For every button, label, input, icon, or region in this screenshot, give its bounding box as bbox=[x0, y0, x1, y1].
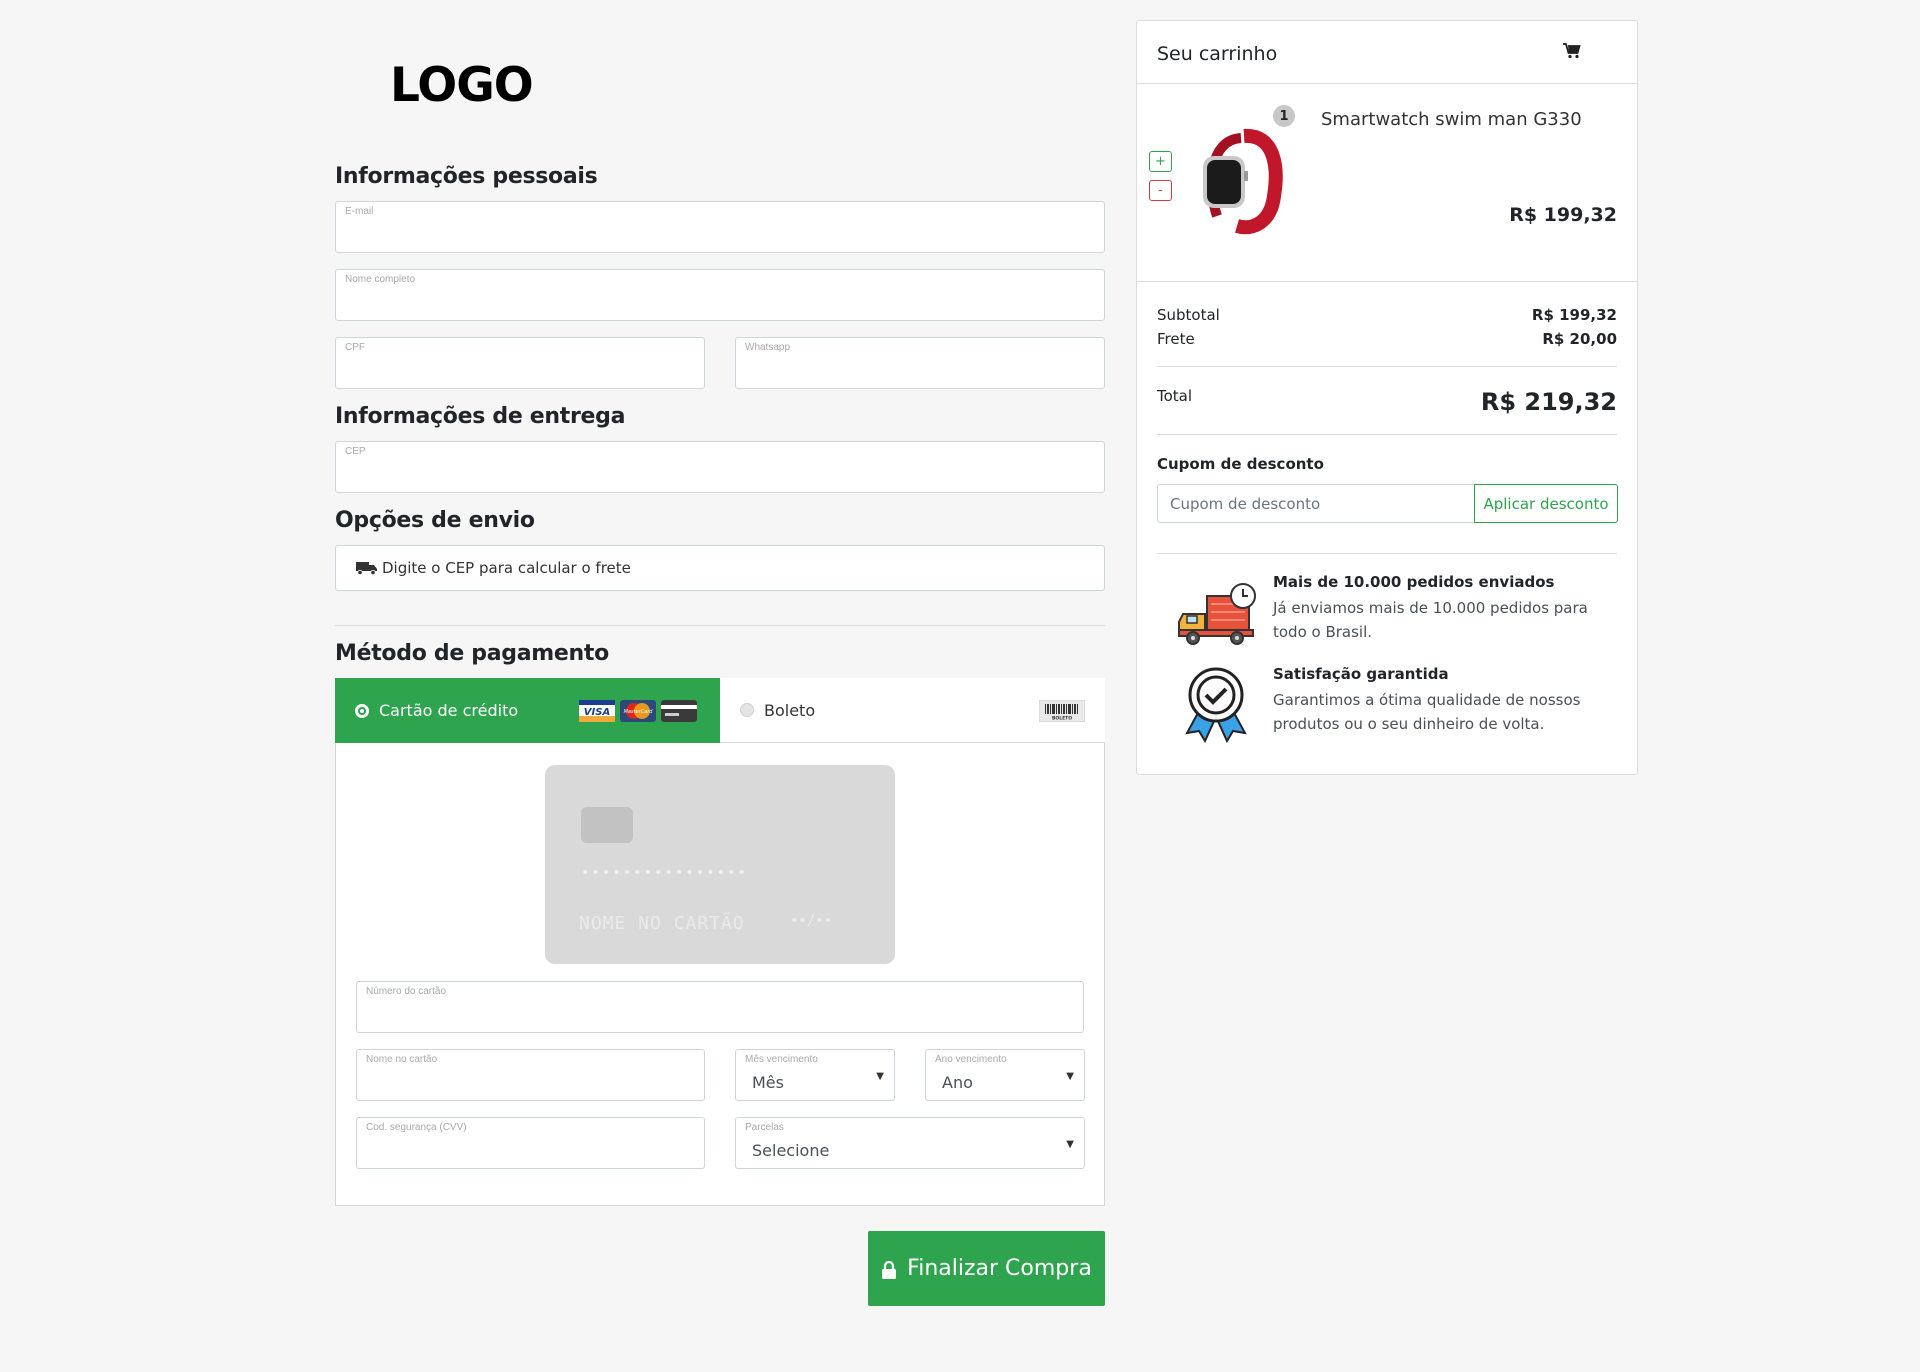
total-value: R$ 219,32 bbox=[1480, 388, 1617, 416]
credit-card-label: Cartão de crédito bbox=[379, 701, 519, 720]
chevron-down-icon: ▼ bbox=[876, 1071, 884, 1082]
tab-credit-card[interactable]: Cartão de crédito VISA MasterCard bbox=[335, 678, 720, 743]
subtotal-label: Subtotal bbox=[1157, 306, 1220, 324]
lock-icon bbox=[881, 1260, 897, 1279]
decrease-qty-button[interactable]: - bbox=[1149, 180, 1172, 201]
coupon-title: Cupom de desconto bbox=[1157, 455, 1324, 473]
divider bbox=[1157, 366, 1617, 367]
finalize-purchase-button[interactable]: Finalizar Compra bbox=[868, 1231, 1105, 1306]
apply-coupon-button[interactable]: Aplicar desconto bbox=[1474, 484, 1618, 523]
credit-card-radio[interactable] bbox=[355, 703, 369, 718]
total-label: Total bbox=[1157, 387, 1193, 405]
chevron-down-icon: ▼ bbox=[1066, 1139, 1074, 1150]
name-field[interactable]: Nome completo bbox=[335, 269, 1105, 321]
card-name-label: Nome no cartão bbox=[366, 1054, 438, 1065]
shipping-options-box: Digite o CEP para calcular o frete bbox=[335, 545, 1105, 591]
logo: LOGO bbox=[390, 58, 534, 113]
truck-icon bbox=[356, 561, 378, 576]
visa-icon: VISA bbox=[579, 700, 615, 726]
chevron-down-icon: ▼ bbox=[1066, 1071, 1074, 1082]
product-name: Smartwatch swim man G330 bbox=[1321, 109, 1582, 130]
coupon-placeholder: Cupom de desconto bbox=[1170, 494, 1321, 513]
divider bbox=[1157, 553, 1617, 554]
installments-label: Parcelas bbox=[745, 1122, 784, 1133]
exp-year-select[interactable]: Ano vencimento Ano ▼ bbox=[925, 1049, 1085, 1101]
increase-qty-button[interactable]: + bbox=[1149, 151, 1172, 172]
svg-text:VISA: VISA bbox=[584, 707, 610, 718]
section-title-delivery: Informações de entrega bbox=[335, 404, 626, 429]
installments-select[interactable]: Parcelas Selecione ▼ bbox=[735, 1117, 1085, 1169]
cart-icon bbox=[1563, 43, 1581, 63]
qty-badge: 1 bbox=[1273, 105, 1295, 127]
generic-card-icon bbox=[661, 700, 697, 726]
mastercard-icon: MasterCard bbox=[620, 700, 656, 726]
boleto-radio[interactable] bbox=[740, 703, 754, 717]
section-title-shipping: Opções de envio bbox=[335, 508, 535, 533]
card-preview: •••••••••••••••• NOME NO CARTÃO ••/•• bbox=[545, 765, 895, 964]
shipping-label: Frete bbox=[1157, 330, 1195, 348]
card-number-field[interactable]: Número do cartão bbox=[356, 981, 1084, 1033]
exp-month-select[interactable]: Mês vencimento Mês ▼ bbox=[735, 1049, 895, 1101]
barcode-icon: BOLETO bbox=[1038, 699, 1086, 726]
svg-text:BOLETO: BOLETO bbox=[1052, 716, 1072, 722]
email-label: E-mail bbox=[345, 206, 374, 217]
satisfaction-badge-icon bbox=[1177, 663, 1255, 745]
svg-text:MasterCard: MasterCard bbox=[624, 709, 654, 715]
feature-text-orders: Já enviamos mais de 10.000 pedidos para … bbox=[1273, 599, 1588, 641]
exp-year-label: Ano vencimento bbox=[935, 1054, 1007, 1065]
card-chip-icon bbox=[581, 807, 633, 843]
cpf-field[interactable]: CPF bbox=[335, 337, 705, 389]
card-name-field[interactable]: Nome no cartão bbox=[356, 1049, 705, 1101]
feature-title-satisfaction: Satisfação garantida bbox=[1273, 665, 1449, 683]
cep-label: CEP bbox=[345, 446, 366, 457]
shipping-value: R$ 20,00 bbox=[1542, 330, 1617, 348]
card-number-label: Número do cartão bbox=[366, 986, 447, 997]
divider bbox=[1137, 281, 1637, 282]
exp-month-label: Mês vencimento bbox=[745, 1054, 818, 1065]
coupon-input[interactable]: Cupom de desconto bbox=[1157, 484, 1475, 523]
delivery-truck-icon bbox=[1175, 576, 1257, 656]
whatsapp-label: Whatsapp bbox=[745, 342, 791, 353]
section-title-payment: Método de pagamento bbox=[335, 641, 609, 666]
product-image bbox=[1189, 126, 1289, 236]
card-expiry-mask: ••/•• bbox=[790, 913, 833, 929]
divider bbox=[1157, 434, 1617, 435]
cart-title: Seu carrinho bbox=[1157, 43, 1278, 65]
subtotal-value: R$ 199,32 bbox=[1531, 306, 1617, 324]
boleto-label: Boleto bbox=[764, 700, 816, 720]
finalize-purchase-label: Finalizar Compra bbox=[907, 1256, 1092, 1281]
cvv-field[interactable]: Cod. segurança (CVV) bbox=[356, 1117, 705, 1169]
tab-boleto[interactable]: Boleto BOLETO bbox=[720, 678, 1105, 743]
feature-title-orders: Mais de 10.000 pedidos enviados bbox=[1273, 573, 1555, 591]
card-number-mask: •••••••••••••••• bbox=[581, 865, 748, 881]
cvv-label: Cod. segurança (CVV) bbox=[366, 1122, 467, 1133]
cart-header: Seu carrinho bbox=[1137, 21, 1637, 84]
feature-text-satisfaction: Garantimos a ótima qualidade de nossos p… bbox=[1273, 691, 1581, 733]
section-title-personal: Informações pessoais bbox=[335, 164, 598, 189]
exp-year-value: Ano bbox=[942, 1073, 973, 1092]
shipping-placeholder: Digite o CEP para calcular o frete bbox=[382, 559, 631, 577]
cpf-label: CPF bbox=[345, 342, 365, 353]
exp-month-value: Mês bbox=[752, 1073, 784, 1092]
product-price: R$ 199,32 bbox=[1509, 204, 1617, 226]
cep-field[interactable]: CEP bbox=[335, 441, 1105, 493]
divider bbox=[335, 625, 1105, 626]
email-field[interactable]: E-mail bbox=[335, 201, 1105, 253]
name-label: Nome completo bbox=[345, 274, 416, 285]
card-name-placeholder: NOME NO CARTÃO bbox=[579, 913, 745, 934]
whatsapp-field[interactable]: Whatsapp bbox=[735, 337, 1105, 389]
installments-value: Selecione bbox=[752, 1141, 830, 1160]
cart-panel: Seu carrinho + - 1 Smartwatch swim man G… bbox=[1136, 20, 1638, 775]
